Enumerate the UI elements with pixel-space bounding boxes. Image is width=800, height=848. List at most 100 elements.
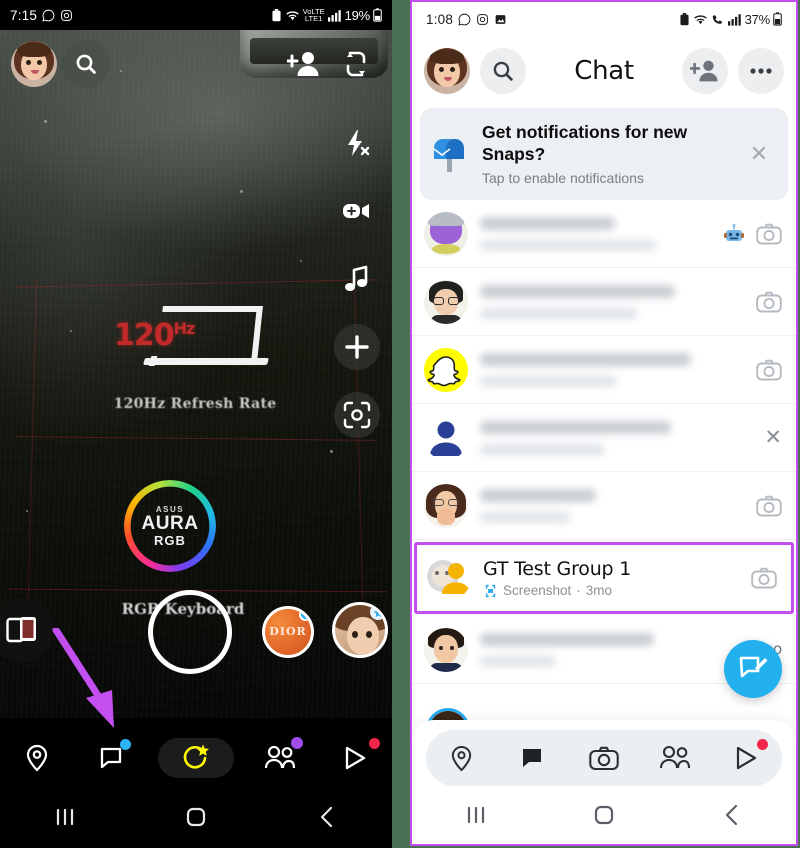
right-status-bar: 1:08 37%	[412, 2, 796, 36]
wifi-icon	[285, 10, 299, 20]
chat-title: GT Test Group 1	[483, 558, 632, 580]
avatar	[424, 279, 468, 324]
status-left-group: 1:08	[426, 12, 507, 27]
chat-row-gt-test-group[interactable]: GT Test Group 1 Screenshot · 3mo	[414, 542, 794, 614]
nav-chat-icon[interactable]	[505, 738, 561, 778]
home-icon[interactable]	[574, 803, 634, 827]
home-icon[interactable]	[166, 805, 226, 829]
shutter-button[interactable]	[148, 590, 232, 674]
chat-row[interactable]	[412, 472, 796, 540]
battery-percent: 19%	[344, 7, 371, 23]
volte-call-icon	[712, 14, 722, 24]
left-system-nav	[0, 786, 392, 848]
add-icon[interactable]	[334, 324, 380, 370]
whatsapp-icon	[42, 9, 55, 22]
profile-avatar[interactable]	[424, 48, 470, 94]
avatar	[424, 347, 468, 392]
chat-unread-dot	[120, 739, 132, 750]
aura-brand: ASUS	[155, 504, 185, 514]
nav-friends-icon[interactable]	[647, 738, 703, 778]
chat-timestamp: 3mo	[585, 583, 613, 598]
aura-title: AURA	[141, 512, 199, 534]
profile-avatar[interactable]	[10, 40, 58, 88]
battery-saver-icon	[680, 12, 689, 25]
nav-map-icon[interactable]	[434, 738, 490, 778]
spotlight-unread-dot	[368, 738, 380, 749]
right-bottom-nav-wrap	[412, 720, 796, 844]
add-friend-icon[interactable]	[282, 42, 326, 86]
chat-row[interactable]	[412, 336, 796, 404]
night-mode-icon[interactable]	[334, 188, 380, 234]
row-trailing	[751, 567, 777, 589]
notification-title: Get notifications for new Snaps?	[482, 122, 688, 164]
nav-map-icon[interactable]	[8, 735, 66, 781]
dust-speck	[44, 120, 47, 123]
laptop-outline-icon: 120Hz	[114, 300, 270, 380]
row-text-redacted	[480, 216, 712, 251]
close-icon[interactable]: ✕	[742, 141, 776, 167]
camera-icon[interactable]	[756, 359, 782, 381]
lens-badge-icon	[370, 605, 385, 620]
signal-icon	[327, 9, 341, 22]
back-icon[interactable]	[297, 805, 357, 829]
row-text-redacted	[480, 420, 752, 455]
recents-icon[interactable]	[35, 807, 95, 827]
row-text-redacted	[480, 352, 744, 387]
music-icon[interactable]	[334, 256, 380, 302]
new-chat-button[interactable]	[724, 640, 782, 698]
lens-label: DIOR	[269, 625, 307, 638]
screenshot-icon	[485, 584, 496, 597]
more-options-icon[interactable]	[738, 48, 784, 94]
robot-emoji	[724, 223, 744, 241]
recents-icon[interactable]	[446, 805, 506, 825]
nav-camera-icon[interactable]	[157, 738, 234, 778]
search-icon[interactable]	[480, 48, 526, 94]
notification-subtitle: Tap to enable notifications	[482, 169, 644, 186]
nav-spotlight-icon[interactable]	[718, 738, 774, 778]
refresh-rate-caption: 120Hz Refresh Rate	[113, 396, 277, 412]
nav-camera-icon[interactable]	[576, 738, 632, 778]
lens-thumbnail-character[interactable]	[332, 602, 388, 658]
chat-header: Chat	[412, 36, 796, 106]
row-trailing	[756, 495, 782, 517]
flip-camera-icon[interactable]	[334, 42, 378, 86]
instagram-icon	[61, 9, 72, 21]
left-bottom-nav	[0, 730, 392, 786]
status-right-group: VoLTE LTE1 19%	[271, 7, 382, 23]
nav-chat-icon[interactable]	[83, 735, 141, 781]
search-icon[interactable]	[62, 40, 110, 88]
close-icon[interactable]: ✕	[764, 425, 782, 450]
group-avatar	[427, 556, 471, 600]
chat-row[interactable]	[412, 200, 796, 268]
camera-icon[interactable]	[756, 291, 782, 313]
battery-icon	[773, 12, 782, 26]
status-right-group: 37%	[679, 12, 782, 27]
wifi-icon	[693, 14, 707, 24]
chat-status-text: Screenshot	[503, 583, 572, 598]
status-time: 1:08	[426, 11, 454, 27]
nav-friends-icon[interactable]	[251, 735, 309, 781]
chat-row[interactable]	[412, 268, 796, 336]
back-icon[interactable]	[702, 803, 762, 827]
refresh-rate-number: 120Hz	[114, 318, 195, 353]
scan-icon[interactable]	[334, 392, 380, 438]
right-bottom-nav	[426, 730, 782, 786]
right-phone-screenshot: 1:08 37% Chat Get notifications for new …	[410, 0, 798, 846]
notification-banner[interactable]: Get notifications for new Snaps? Tap to …	[420, 108, 788, 200]
row-text-group: GT Test Group 1 Screenshot · 3mo	[483, 558, 739, 598]
camera-icon[interactable]	[751, 567, 777, 589]
camera-icon[interactable]	[756, 495, 782, 517]
camera-icon[interactable]	[756, 223, 782, 245]
add-friend-icon[interactable]	[682, 48, 728, 94]
screenshot-root: 7:15 VoLTE LTE1 19% 120Hz 120Hz Refresh …	[0, 0, 800, 848]
battery-saver-icon	[272, 8, 281, 21]
aura-subtitle: RGB	[154, 532, 186, 548]
lens-thumbnail-dior[interactable]: DIOR	[262, 606, 314, 658]
avatar	[424, 211, 468, 256]
flash-off-icon[interactable]	[334, 120, 380, 166]
chat-status-line: Screenshot · 3mo	[483, 583, 739, 598]
nav-spotlight-icon[interactable]	[326, 735, 384, 781]
left-status-bar: 7:15 VoLTE LTE1 19%	[0, 0, 392, 30]
spotlight-unread-dot	[757, 739, 769, 750]
chat-row[interactable]: ✕	[412, 404, 796, 472]
